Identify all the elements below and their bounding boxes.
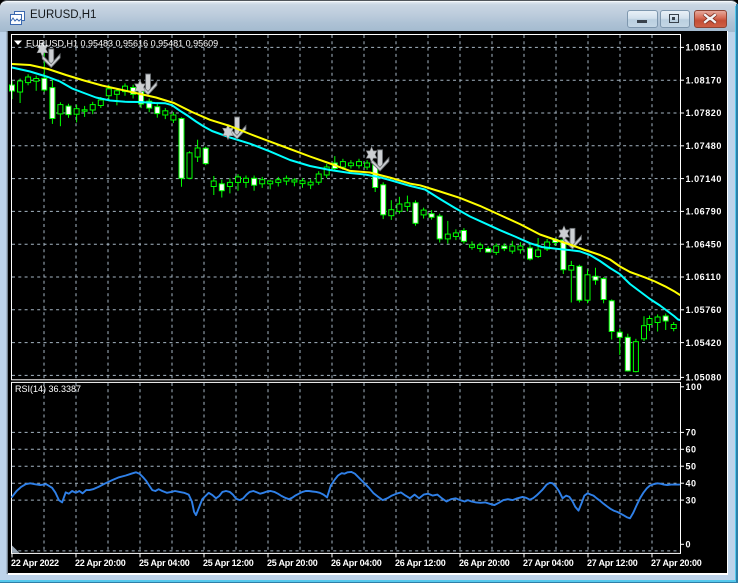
svg-text:27 Apr 04:00: 27 Apr 04:00 <box>523 558 574 568</box>
svg-text:25 Apr 12:00: 25 Apr 12:00 <box>203 558 254 568</box>
svg-text:1.05420: 1.05420 <box>686 338 722 348</box>
svg-text:25 Apr 04:00: 25 Apr 04:00 <box>139 558 190 568</box>
svg-text:1.06790: 1.06790 <box>686 207 722 217</box>
svg-text:1.07820: 1.07820 <box>686 108 722 118</box>
svg-text:1.06110: 1.06110 <box>686 272 722 282</box>
svg-text:60: 60 <box>686 445 697 455</box>
svg-text:50: 50 <box>686 461 697 471</box>
svg-text:27 Apr 12:00: 27 Apr 12:00 <box>587 558 638 568</box>
svg-text:26 Apr 12:00: 26 Apr 12:00 <box>395 558 446 568</box>
svg-text:1.07140: 1.07140 <box>686 174 722 184</box>
svg-text:1.07480: 1.07480 <box>686 141 722 151</box>
svg-text:1.08170: 1.08170 <box>686 75 722 85</box>
svg-text:40: 40 <box>686 478 697 488</box>
svg-text:1.08510: 1.08510 <box>686 43 722 53</box>
svg-text:100: 100 <box>686 382 703 392</box>
svg-text:30: 30 <box>686 495 697 505</box>
svg-text:0: 0 <box>686 540 692 550</box>
svg-text:26 Apr 04:00: 26 Apr 04:00 <box>331 558 382 568</box>
svg-text:1.06450: 1.06450 <box>686 239 722 249</box>
svg-text:70: 70 <box>686 428 697 438</box>
svg-text:EURUSD,H1 0,95483 0,95616 0,9: EURUSD,H1 0,95483 0,95616 0,95481 0,9560… <box>26 39 218 49</box>
svg-text:26 Apr 20:00: 26 Apr 20:00 <box>459 558 510 568</box>
svg-text:22 Apr 20:00: 22 Apr 20:00 <box>75 558 126 568</box>
svg-text:1.05760: 1.05760 <box>686 305 722 315</box>
svg-text:22 Apr 2022: 22 Apr 2022 <box>11 558 59 568</box>
svg-text:25 Apr 20:00: 25 Apr 20:00 <box>267 558 318 568</box>
svg-text:RSI(14) 36.3387: RSI(14) 36.3387 <box>15 384 81 394</box>
svg-text:27 Apr 20:00: 27 Apr 20:00 <box>651 558 702 568</box>
